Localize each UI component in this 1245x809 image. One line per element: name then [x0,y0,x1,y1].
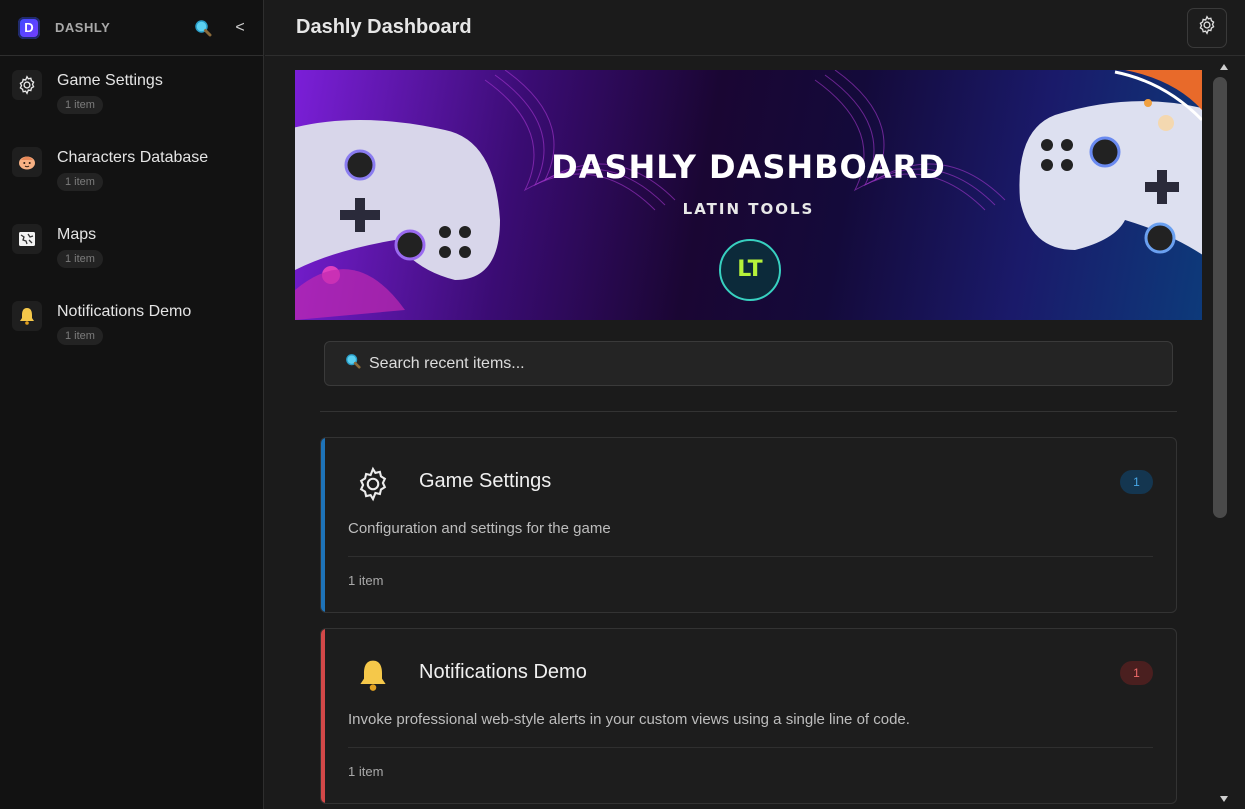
sidebar-nav: Game Settings 1 item Characters Database… [0,56,263,378]
sidebar-item-count: 1 item [57,96,103,114]
divider [320,411,1177,412]
card-footer: 1 item [348,764,384,779]
sidebar-header: D DASHLY < [0,0,263,56]
settings-button[interactable] [1187,7,1227,48]
dashboard-banner: DASHLY DASHBOARD LATIN TOOLS LT [295,70,1202,320]
sidebar-item-maps[interactable]: Maps 1 item [0,224,263,301]
sidebar-item-characters-database[interactable]: Characters Database 1 item [0,147,263,224]
top-bar: Dashly Dashboard [265,0,1245,56]
brand-name: DASHLY [55,20,111,35]
smiley-face-icon [12,147,42,177]
sidebar-item-count: 1 item [57,327,103,345]
card-divider [348,556,1153,557]
search-input[interactable] [369,354,1149,373]
bell-icon [12,301,42,331]
bell-icon [353,655,393,695]
gear-icon [12,70,42,100]
search-icon [345,353,361,374]
sidebar-item-label: Maps [57,226,97,243]
count-badge: 1 [1120,661,1153,685]
sidebar-item-count: 1 item [57,250,103,268]
card-description: Configuration and settings for the game [348,520,611,537]
sidebar-item-label: Notifications Demo [57,303,192,320]
count-badge: 1 [1120,470,1153,494]
banner-artwork [295,70,1202,320]
collapse-sidebar-button[interactable]: < [231,19,249,37]
scrollbar-thumb[interactable] [1213,77,1227,518]
search-icon[interactable] [191,16,215,40]
logo-letter: D [24,20,34,35]
card-title: Game Settings [419,470,552,492]
banner-subtitle: LATIN TOOLS [682,200,815,218]
map-icon [12,224,42,254]
card-description: Invoke professional web-style alerts in … [348,711,910,728]
sidebar-item-count: 1 item [57,173,103,191]
card-notifications-demo[interactable]: Notifications Demo 1 Invoke professional… [320,628,1177,804]
card-footer: 1 item [348,573,384,588]
gear-icon [1197,15,1217,40]
card-divider [348,747,1153,748]
sidebar-item-label: Game Settings [57,72,163,89]
card-game-settings[interactable]: Game Settings 1 Configuration and settin… [320,437,1177,613]
main-content: DASHLY DASHBOARD LATIN TOOLS LT Game Set… [265,57,1207,809]
scrollbar[interactable] [1207,57,1245,809]
sidebar-item-notifications-demo[interactable]: Notifications Demo 1 item [0,301,263,378]
sidebar-item-label: Characters Database [57,149,209,166]
card-accent [321,629,325,803]
sidebar-item-game-settings[interactable]: Game Settings 1 item [0,70,263,147]
banner-logo: LT [737,257,763,282]
scroll-down-arrow-icon[interactable] [1220,796,1228,802]
card-title: Notifications Demo [419,661,587,683]
app-logo[interactable]: D [18,16,40,39]
search-field[interactable] [324,341,1173,386]
page-title: Dashly Dashboard [296,16,472,38]
sidebar: D DASHLY < Game Settings 1 item Characte… [0,0,264,809]
banner-title: DASHLY DASHBOARD [551,148,946,186]
gear-icon [353,464,393,504]
card-accent [321,438,325,612]
scroll-up-arrow-icon[interactable] [1220,64,1228,70]
